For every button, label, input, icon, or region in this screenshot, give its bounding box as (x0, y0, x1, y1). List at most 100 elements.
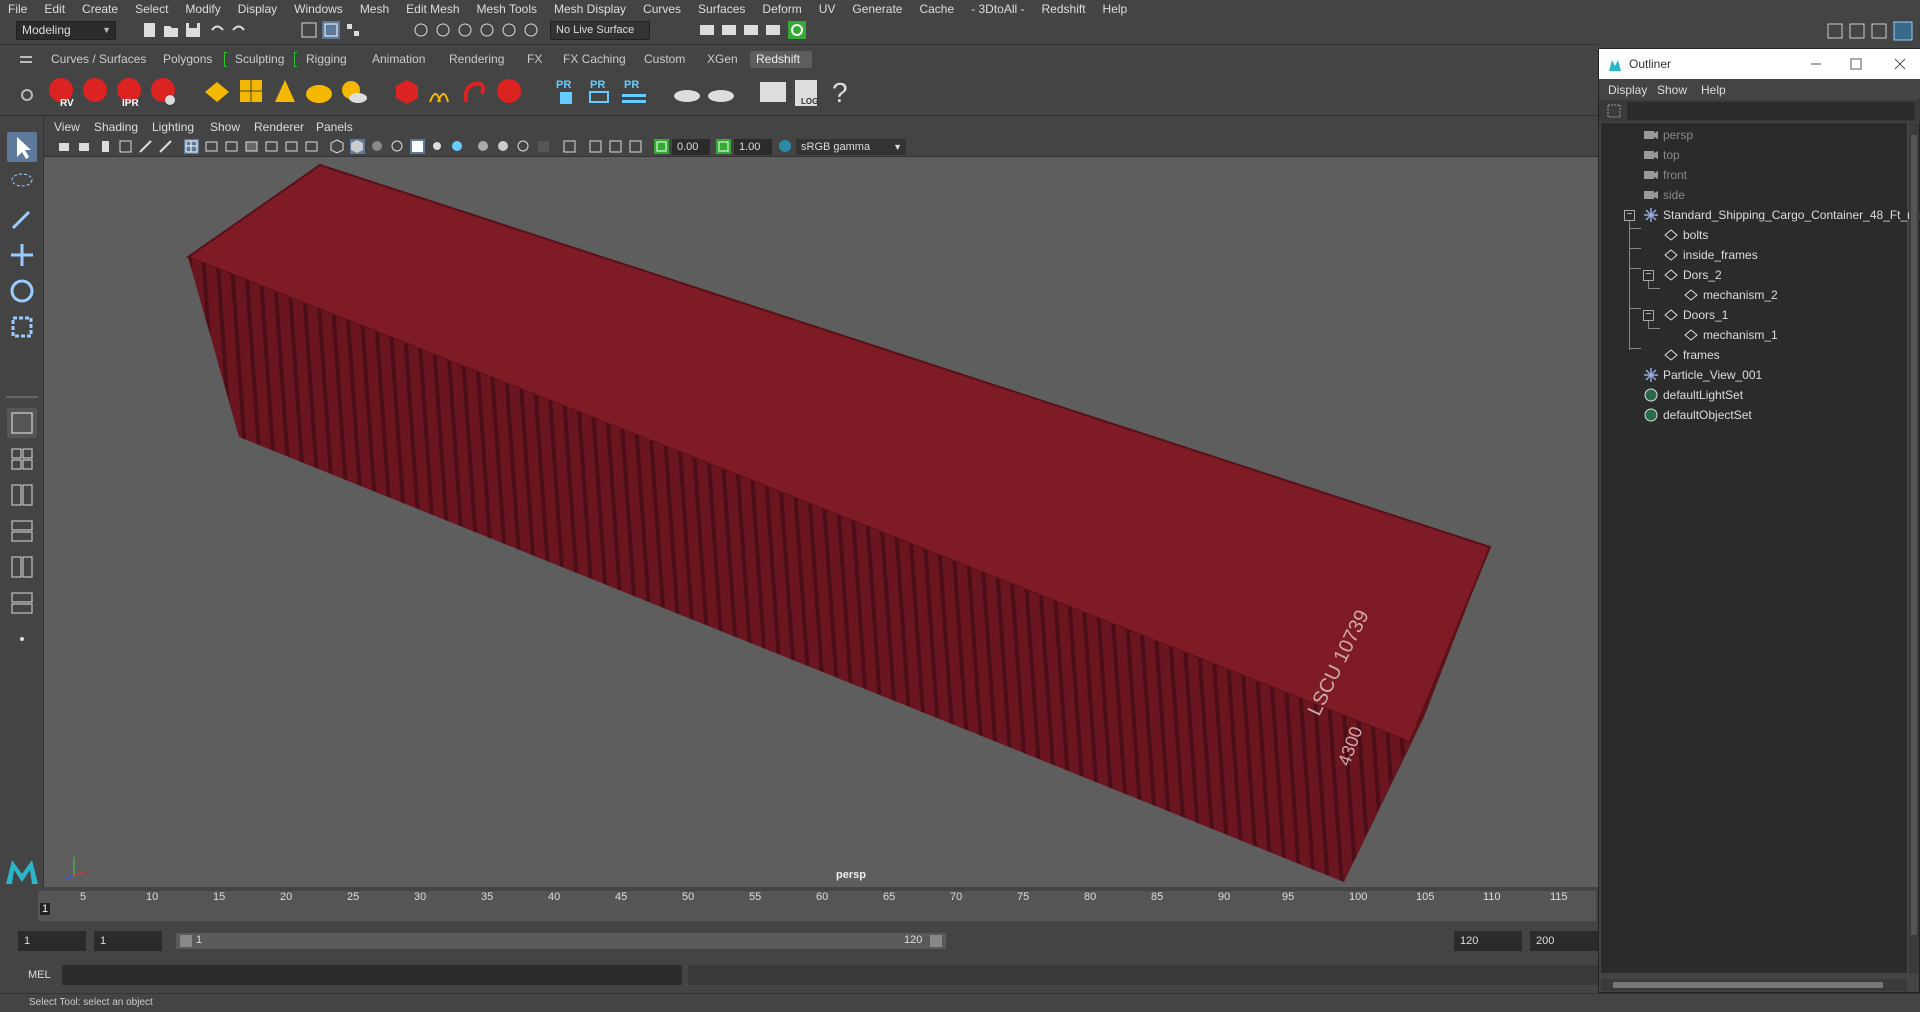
view-transform-dropdown[interactable]: sRGB gamma ▼ (796, 139, 906, 155)
more-layouts-icon[interactable] (7, 624, 37, 654)
range-end-handle[interactable] (930, 935, 942, 947)
exposure-toggle-icon[interactable] (654, 139, 669, 154)
xray-components-icon[interactable] (628, 139, 643, 154)
paint-select-icon[interactable] (7, 204, 37, 234)
textured-icon[interactable] (410, 139, 425, 154)
sun-sky-icon[interactable] (338, 76, 368, 108)
outliner-title-bar[interactable]: Outliner (1599, 49, 1920, 79)
move-tool-icon[interactable] (7, 240, 37, 270)
layout-outliner-icon[interactable] (7, 516, 37, 546)
menu-windows[interactable]: Windows (294, 2, 343, 16)
gamma-toggle-icon[interactable] (716, 139, 731, 154)
gate-mask-icon[interactable] (244, 139, 259, 154)
animation-end-field[interactable]: 200 (1530, 931, 1598, 951)
viewport-menu-view[interactable]: View (54, 120, 80, 134)
undo-icon[interactable] (208, 21, 226, 39)
menu-edit-mesh[interactable]: Edit Mesh (406, 2, 459, 16)
bake-set-icon[interactable] (706, 76, 736, 108)
isolate-select-icon[interactable] (562, 139, 577, 154)
camera-attr-icon[interactable] (78, 139, 93, 154)
outliner-node-mechanism-2[interactable]: mechanism_2 (1683, 285, 1778, 305)
menu-surfaces[interactable]: Surfaces (698, 2, 745, 16)
outliner-node-side[interactable]: side (1643, 185, 1685, 205)
outliner-node-default-light-set[interactable]: defaultLightSet (1643, 385, 1743, 405)
motion-blur-icon[interactable] (496, 139, 511, 154)
persp-viewport[interactable]: LSCU 10739 4300 persp (44, 157, 1598, 887)
viewport-menu-panels[interactable]: Panels (316, 120, 353, 134)
range-start-handle[interactable] (180, 935, 192, 947)
scroll-thumb[interactable] (1613, 982, 1883, 988)
outliner-node-dors-2[interactable]: Dors_2 (1663, 265, 1722, 285)
snap-surface-icon[interactable] (500, 21, 518, 39)
menu-curves[interactable]: Curves (643, 2, 681, 16)
tab-redshift[interactable]: Redshift (750, 51, 812, 68)
shelf-menu-icon[interactable] (20, 55, 32, 65)
outliner-node-frames[interactable]: frames (1663, 345, 1720, 365)
proxy-icon[interactable] (392, 76, 422, 108)
menu-redshift[interactable]: Redshift (1042, 2, 1086, 16)
menu-generate[interactable]: Generate (852, 2, 902, 16)
snap-vertex-icon[interactable] (522, 21, 540, 39)
menu-mesh-tools[interactable]: Mesh Tools (477, 2, 537, 16)
outliner-node-default-object-set[interactable]: defaultObjectSet (1643, 405, 1752, 425)
outliner-vertical-scrollbar[interactable] (1909, 123, 1919, 973)
volume-icon[interactable] (460, 76, 490, 108)
safe-title-icon[interactable] (304, 139, 319, 154)
plane-light-icon[interactable] (202, 76, 232, 108)
tab-polygons[interactable]: Polygons (157, 51, 218, 68)
select-component-icon[interactable] (344, 21, 362, 39)
wireframe-icon[interactable] (330, 139, 345, 154)
outliner-node-bolts[interactable]: bolts (1663, 225, 1708, 245)
use-all-lights-icon[interactable] (430, 139, 445, 154)
mel-label[interactable]: MEL (28, 969, 51, 981)
menu-uv[interactable]: UV (819, 2, 836, 16)
outliner-node-persp[interactable]: persp (1643, 125, 1693, 145)
gamma-field[interactable]: 1.00 (734, 139, 772, 155)
smooth-shade-icon[interactable] (350, 139, 365, 154)
menu-create[interactable]: Create (82, 2, 118, 16)
camera-icon[interactable] (58, 139, 73, 154)
time-ruler[interactable]: 1 5 10 15 20 25 30 35 40 45 50 55 60 65 … (38, 891, 1596, 921)
bake-icon[interactable] (672, 76, 702, 108)
range-slider[interactable]: 1 120 (176, 933, 946, 949)
outliner-menu-help[interactable]: Help (1701, 83, 1726, 97)
scroll-thumb[interactable] (1911, 135, 1917, 935)
pr-transfer-icon[interactable]: PR (620, 76, 650, 108)
layout-persp-icon[interactable] (7, 588, 37, 618)
viewport-menu-shading[interactable]: Shading (94, 120, 138, 134)
outliner-node-container[interactable]: Standard_Shipping_Cargo_Container_48_Ft_… (1643, 205, 1920, 225)
menu-help[interactable]: Help (1103, 2, 1128, 16)
render-icon[interactable] (80, 76, 110, 108)
menu-display[interactable]: Display (238, 2, 277, 16)
select-tool-icon[interactable] (7, 132, 37, 162)
playback-start-field[interactable]: 1 (94, 931, 162, 951)
xray-icon[interactable] (588, 139, 603, 154)
outliner-node-mechanism-1[interactable]: mechanism_1 (1683, 325, 1778, 345)
outliner-search-input[interactable] (1627, 102, 1915, 120)
outliner-tree[interactable]: persp top front side − Standard_Shipping… (1601, 123, 1920, 973)
lasso-tool-icon[interactable] (7, 168, 37, 198)
safe-action-icon[interactable] (284, 139, 299, 154)
minimize-icon[interactable] (1809, 57, 1823, 71)
ipr-render-icon[interactable] (720, 21, 738, 39)
viewport-menu-renderer[interactable]: Renderer (254, 120, 304, 134)
collapse-icon[interactable]: − (1643, 310, 1654, 321)
outliner-menu-display[interactable]: Display (1608, 83, 1647, 97)
close-icon[interactable] (1893, 57, 1907, 71)
tab-fx[interactable]: FX (521, 51, 548, 68)
menu-file[interactable]: File (8, 2, 27, 16)
select-object-icon[interactable] (322, 21, 340, 39)
select-hierarchy-icon[interactable] (300, 21, 318, 39)
pr-export-icon[interactable]: PR (586, 76, 616, 108)
layout-single-icon[interactable] (7, 408, 37, 438)
open-scene-icon[interactable] (162, 21, 180, 39)
redshift-render-view-icon[interactable] (788, 21, 806, 39)
tab-fx-caching[interactable]: FX Caching (557, 51, 632, 68)
layout-two-icon[interactable] (7, 480, 37, 510)
animation-start-field[interactable]: 1 (18, 931, 86, 951)
log-icon[interactable]: LOG (792, 76, 822, 108)
outliner-node-front[interactable]: front (1643, 165, 1687, 185)
render-settings-icon[interactable] (742, 21, 760, 39)
outliner-horizontal-scrollbar[interactable] (1601, 979, 1907, 991)
grid-icon[interactable] (184, 139, 199, 154)
